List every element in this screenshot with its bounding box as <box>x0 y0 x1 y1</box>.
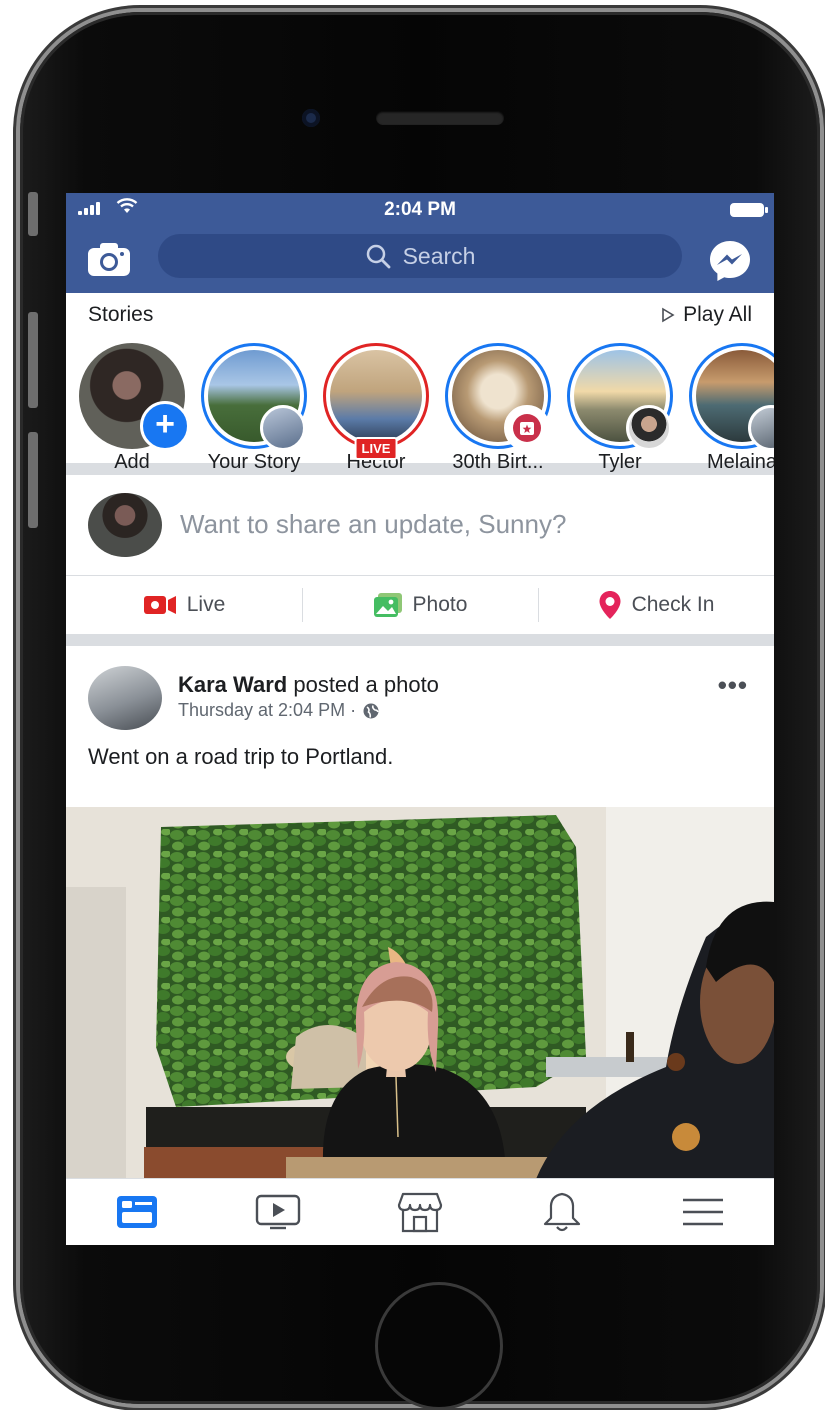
add-story-icon: + <box>140 401 190 451</box>
photo-icon <box>373 593 402 617</box>
story-name: Add <box>114 451 150 473</box>
story-hector[interactable]: LIVE Hector <box>316 343 436 474</box>
photo-button[interactable]: Photo <box>302 576 538 634</box>
author-avatar[interactable] <box>88 666 162 730</box>
tab-notifications[interactable] <box>491 1179 633 1245</box>
battery-icon <box>730 203 768 217</box>
live-label: Live <box>186 593 226 616</box>
stories-section: Stories Play All + Add Your Story LIVE H… <box>66 293 774 475</box>
earpiece-speaker <box>376 111 504 125</box>
photo-label: Photo <box>412 593 468 616</box>
story-your-story[interactable]: Your Story <box>194 343 314 474</box>
story-name: Melaina <box>706 451 774 473</box>
user-avatar <box>88 493 162 557</box>
status-time: 2:04 PM <box>384 199 456 220</box>
story-name: Your Story <box>207 451 301 473</box>
check-in-label: Check In <box>631 593 715 616</box>
tab-watch[interactable] <box>208 1179 350 1245</box>
post-time[interactable]: Thursday at 2:04 PM · <box>178 700 356 721</box>
story-avatar <box>323 343 429 449</box>
camera-icon[interactable] <box>86 242 132 278</box>
tab-marketplace[interactable] <box>349 1179 491 1245</box>
location-pin-icon <box>599 591 621 619</box>
volume-up-button <box>28 312 38 408</box>
messenger-icon[interactable] <box>706 237 754 285</box>
story-owner-avatar <box>626 405 672 451</box>
stories-title: Stories <box>88 303 154 326</box>
live-video-icon <box>143 596 176 614</box>
live-badge: LIVE <box>354 437 398 460</box>
tab-news-feed[interactable] <box>66 1179 208 1245</box>
hamburger-menu-icon <box>683 1198 724 1226</box>
volume-down-button <box>28 432 38 528</box>
post-action: posted a photo <box>293 672 439 697</box>
search-icon <box>366 244 390 269</box>
play-all-label: Play All <box>683 303 752 326</box>
story-thumbnail <box>330 350 422 442</box>
bottom-tab-bar <box>66 1178 774 1245</box>
play-all-button[interactable]: Play All <box>661 303 752 327</box>
post-image <box>66 807 774 1179</box>
story-30th-birthday[interactable]: 30th Birt... <box>438 343 558 474</box>
home-button[interactable] <box>375 1282 503 1410</box>
story-owner-avatar <box>260 405 306 451</box>
post-photo[interactable] <box>66 807 774 1179</box>
check-in-button[interactable]: Check In <box>538 576 774 634</box>
live-button[interactable]: Live <box>66 576 302 634</box>
composer-actions: Live Photo Check In <box>66 576 774 646</box>
story-melaina[interactable]: Melaina <box>682 343 774 474</box>
status-composer[interactable]: Want to share an update, Sunny? <box>66 475 774 576</box>
story-tyler[interactable]: Tyler <box>560 343 680 474</box>
globe-icon <box>363 703 379 718</box>
more-options-icon[interactable]: ••• <box>718 670 748 701</box>
tab-menu[interactable] <box>632 1179 774 1245</box>
post-text: Went on a road trip to Portland. <box>88 744 394 769</box>
status-bar: 2:04 PM <box>66 193 774 227</box>
play-icon <box>662 307 675 323</box>
search-placeholder: Search <box>402 242 476 269</box>
watch-video-icon <box>256 1194 301 1230</box>
story-name: Tyler <box>598 451 642 473</box>
top-navbar: Search <box>66 227 774 293</box>
author-name[interactable]: Kara Ward <box>178 672 287 697</box>
news-feed-icon <box>116 1196 157 1228</box>
post-title: Kara Ward posted a photo <box>178 672 439 698</box>
story-name: 30th Birt... <box>452 451 544 473</box>
search-input[interactable]: Search <box>158 234 682 278</box>
app-screen: 2:04 PM Search Stories Play All + Add Yo… <box>66 193 774 1245</box>
calendar-star-icon <box>513 414 541 442</box>
composer-prompt: Want to share an update, Sunny? <box>180 509 567 539</box>
marketplace-shop-icon <box>397 1192 443 1233</box>
post-header: Kara Ward posted a photo Thursday at 2:0… <box>66 646 774 738</box>
post-meta: Thursday at 2:04 PM · <box>178 700 380 721</box>
mute-switch <box>28 192 38 236</box>
story-add[interactable]: + Add <box>72 343 192 474</box>
front-camera <box>302 109 320 127</box>
event-badge <box>504 405 550 451</box>
notifications-bell-icon <box>543 1192 580 1232</box>
